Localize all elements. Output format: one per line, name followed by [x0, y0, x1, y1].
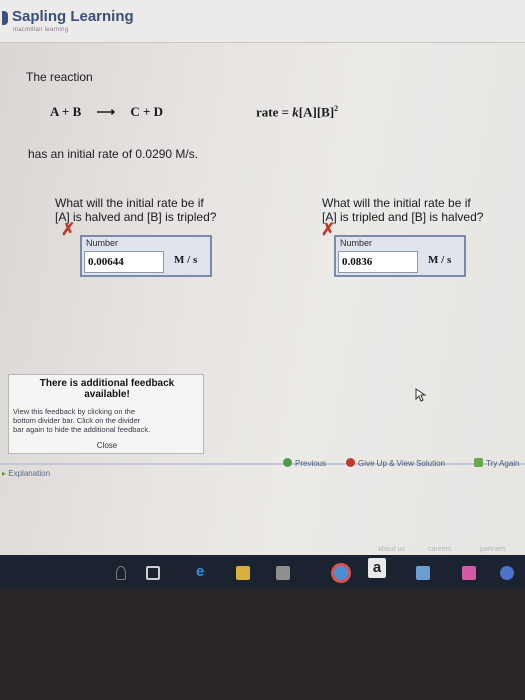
feedback-instructions: View this feedback by clicking on the bo…	[13, 407, 201, 434]
answer-input-2[interactable]: 0.0836	[338, 251, 418, 273]
number-label-2: Number	[340, 238, 373, 248]
app-circle-icon[interactable]	[500, 566, 514, 580]
footer-link-partners[interactable]: partners	[480, 546, 506, 553]
give-up-icon	[346, 458, 355, 467]
question-2-text: What will the initial rate be if [A] is …	[322, 196, 483, 224]
app-subtitle: macmillan learning	[13, 27, 69, 33]
expand-arrow-icon: ▸	[2, 469, 7, 478]
rate-conc-b: [B]	[316, 104, 335, 120]
question-1-line1: What will the initial rate be if	[55, 196, 204, 210]
explanation-label: Explanation	[8, 469, 51, 478]
feedback-popup: There is additional feedback available! …	[8, 374, 204, 454]
give-up-label: Give Up & View Solution	[358, 459, 446, 468]
laptop-bezel	[0, 589, 525, 700]
cursor-icon	[415, 388, 427, 402]
footer-link-about[interactable]: about us	[378, 546, 405, 553]
footer-link-careers[interactable]: careers	[428, 546, 451, 553]
store-icon[interactable]	[276, 566, 290, 580]
feedback-title: There is additional feedback available!	[9, 378, 205, 400]
answer-box-1: Number 0.00644 M / s	[80, 235, 212, 277]
task-view-icon[interactable]	[146, 566, 160, 580]
taskbar: e a	[0, 555, 525, 589]
logo-icon	[2, 11, 8, 25]
photos-icon[interactable]	[416, 566, 430, 580]
try-again-icon	[474, 458, 483, 467]
feedback-line3: bar again to hide the additional feedbac…	[13, 425, 151, 434]
edge-icon[interactable]: e	[196, 563, 204, 580]
previous-icon	[283, 458, 292, 467]
rate-label: rate =	[256, 104, 293, 120]
explanation-toggle[interactable]: ▸ Explanation	[2, 469, 50, 478]
reaction-products: C + D	[130, 104, 164, 119]
try-again-button[interactable]: Try Again	[474, 458, 520, 468]
app-title: Sapling Learning	[12, 8, 134, 25]
problem-intro: The reaction	[26, 70, 93, 84]
answer-input-1[interactable]: 0.00644	[84, 251, 164, 273]
reaction-arrow-icon: ⟶	[96, 104, 116, 119]
unit-label-2: M / s	[428, 254, 452, 266]
browser-screen: Sapling Learning macmillan learning The …	[0, 0, 525, 570]
rate-exponent: 2	[334, 104, 339, 113]
previous-label: Previous	[295, 459, 327, 468]
reaction-reactants: A + B	[50, 104, 82, 119]
question-1-line2: [A] is halved and [B] is tripled?	[55, 210, 217, 224]
previous-button[interactable]: Previous	[283, 458, 326, 468]
incorrect-x-icon: ✗	[61, 220, 76, 239]
number-label-1: Number	[86, 238, 119, 248]
answer-box-2: Number 0.0836 M / s	[334, 235, 466, 277]
question-2-line1: What will the initial rate be if	[322, 196, 471, 210]
app-header: Sapling Learning macmillan learning	[0, 0, 525, 43]
feedback-divider-bar[interactable]	[0, 463, 525, 465]
question-1-text: What will the initial rate be if [A] is …	[55, 196, 216, 224]
feedback-close-button[interactable]: Close	[9, 441, 205, 450]
feedback-line2: bottom divider bar. Click on the divider	[13, 416, 141, 425]
chrome-icon[interactable]	[334, 566, 348, 580]
feedback-title-line1: There is additional feedback	[39, 378, 175, 389]
search-icon[interactable]	[116, 566, 126, 580]
question-2-line2: [A] is tripled and [B] is halved?	[322, 210, 484, 224]
amazon-icon[interactable]: a	[368, 558, 386, 578]
app-icon[interactable]	[462, 566, 476, 580]
try-again-label: Try Again	[486, 459, 520, 468]
feedback-line1: View this feedback by clicking on the	[13, 407, 136, 416]
file-explorer-icon[interactable]	[236, 566, 250, 580]
give-up-button[interactable]: Give Up & View Solution	[346, 458, 445, 468]
rate-law: rate = k[A][B]2	[256, 104, 338, 120]
reaction-equation: A + B ⟶ C + D	[50, 104, 163, 120]
feedback-title-line2: available!	[84, 389, 130, 400]
rate-conc-a: [A]	[298, 104, 317, 120]
initial-rate-text: has an initial rate of 0.0290 M/s.	[28, 147, 199, 161]
unit-label-1: M / s	[174, 254, 198, 266]
